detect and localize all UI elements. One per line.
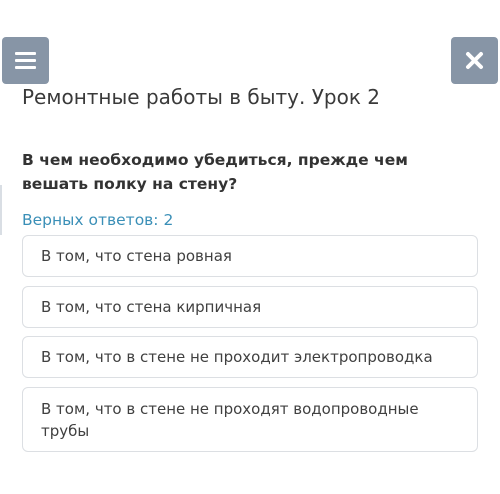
close-icon (466, 52, 483, 69)
answer-option[interactable]: В том, что стена ровная (22, 235, 478, 277)
left-accent-bar (0, 185, 2, 235)
answer-option-label: В том, что стена кирпичная (41, 298, 262, 316)
close-button[interactable] (451, 37, 498, 84)
menu-button[interactable] (2, 37, 49, 84)
question-text: В чем необходимо убедиться, прежде чем в… (22, 151, 408, 193)
hamburger-menu-icon (15, 52, 36, 55)
lesson-title: Ремонтные работы в быту. Урок 2 (22, 85, 381, 109)
answer-option-label: В том, что стена ровная (41, 247, 232, 265)
answer-option[interactable]: В том, что в стене не проходят водопрово… (22, 387, 478, 452)
answer-option[interactable]: В том, что стена кирпичная (22, 286, 478, 328)
answer-option-label: В том, что в стене не проходят водопрово… (41, 399, 419, 440)
answer-option-label: В том, что в стене не проходит электропр… (41, 348, 433, 366)
answer-option[interactable]: В том, что в стене не проходит электропр… (22, 336, 478, 378)
hamburger-menu-icon-line (15, 59, 36, 62)
correct-answers-count: Верных ответов: 2 (22, 211, 174, 229)
hamburger-menu-icon-line (15, 66, 36, 69)
